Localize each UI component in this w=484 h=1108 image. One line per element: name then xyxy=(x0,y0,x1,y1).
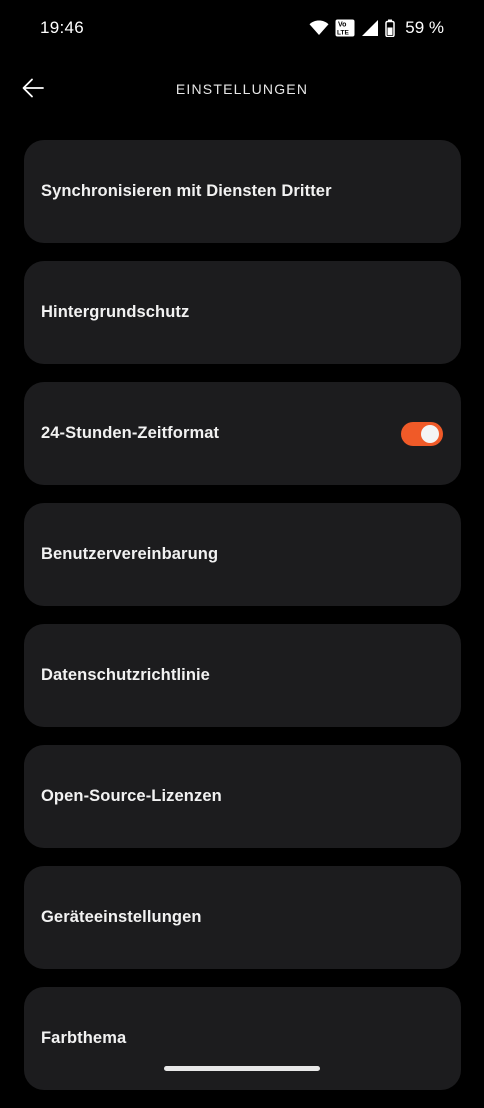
settings-item-24h-format[interactable]: 24-Stunden-Zeitformat xyxy=(24,382,461,485)
wifi-icon xyxy=(309,20,329,36)
settings-item-user-agreement[interactable]: Benutzervereinbarung xyxy=(24,503,461,606)
settings-item-label: Hintergrundschutz xyxy=(41,303,190,321)
battery-icon xyxy=(385,19,395,37)
24h-format-toggle[interactable] xyxy=(401,422,443,446)
settings-item-device-settings[interactable]: Geräteeinstellungen xyxy=(24,866,461,969)
navigation-gesture-handle[interactable] xyxy=(164,1066,320,1071)
header: EINSTELLUNGEN xyxy=(0,60,484,120)
volte-icon: Vo LTE xyxy=(335,19,355,37)
svg-text:LTE: LTE xyxy=(337,30,349,37)
toggle-knob xyxy=(421,425,439,443)
settings-item-background-protection[interactable]: Hintergrundschutz xyxy=(24,261,461,364)
cellular-signal-icon xyxy=(361,19,379,37)
svg-text:Vo: Vo xyxy=(338,22,346,29)
settings-item-third-party-sync[interactable]: Synchronisieren mit Diensten Dritter xyxy=(24,140,461,243)
settings-item-label: 24-Stunden-Zeitformat xyxy=(41,424,220,442)
page-title: EINSTELLUNGEN xyxy=(175,81,309,97)
settings-item-label: Synchronisieren mit Diensten Dritter xyxy=(41,182,332,200)
settings-item-label: Farbthema xyxy=(41,1029,127,1047)
settings-item-label: Open-Source-Lizenzen xyxy=(41,787,222,805)
settings-item-color-theme[interactable]: Farbthema xyxy=(24,987,461,1090)
status-bar: 19:46 Vo LTE 59 % xyxy=(0,0,484,56)
status-time: 19:46 xyxy=(40,18,85,37)
status-icons: Vo LTE 59 % xyxy=(309,17,444,39)
settings-item-label: Benutzervereinbarung xyxy=(41,545,219,563)
settings-item-label: Datenschutzrichtlinie xyxy=(41,666,210,684)
settings-item-privacy-policy[interactable]: Datenschutzrichtlinie xyxy=(24,624,461,727)
settings-item-open-source-licenses[interactable]: Open-Source-Lizenzen xyxy=(24,745,461,848)
battery-percentage: 59 % xyxy=(405,18,444,37)
settings-list: Synchronisieren mit Diensten Dritter Hin… xyxy=(24,140,461,1108)
settings-item-label: Geräteeinstellungen xyxy=(41,908,202,926)
